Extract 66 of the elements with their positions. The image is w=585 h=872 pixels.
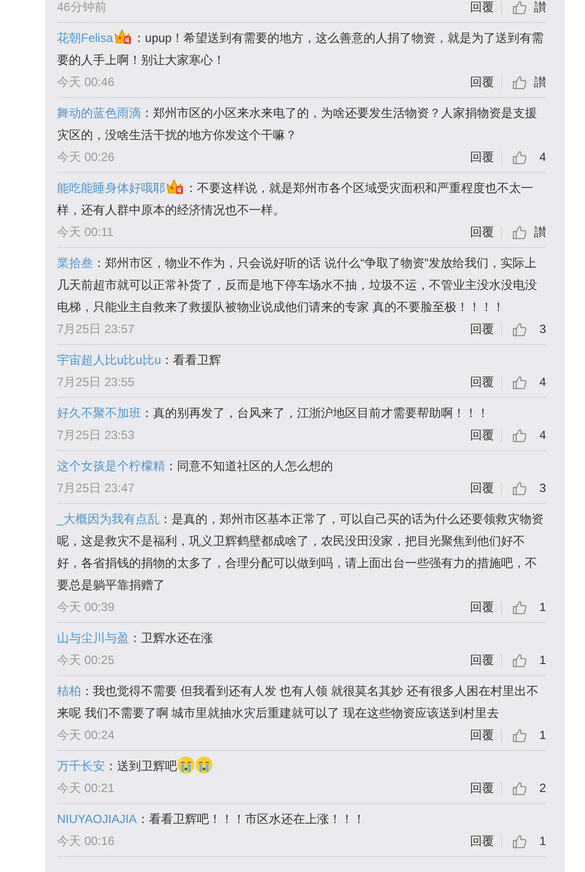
comment-text: 業拾叁：郑州市区，物业不作为，只会说好听的话 说什么“争取了物资”发放给我们，实际上几天前超市就可以正常补货了，反而是地下停车场水不抽，垃圾不运，不管业主没水没电没电梯，只能业主自救来了救援队被物业说成他们请来的专家 真的不要脸至极！！！！ [57,255,538,316]
thumbs-up-icon[interactable] [512,780,527,796]
reply-link[interactable]: 回覆 [470,780,494,796]
comment-text: 桔柏：我也觉得不需要 但我看到还有人发 也有人领 就很莫名其妙 还有很多人困在村里出不来呢 我们不需要了啊 城市里就抽水灾后重建就可以了 现在这些物资应该送到村里去 [57,683,540,722]
like-count: 2 [538,781,546,795]
thumbs-up-icon[interactable] [512,0,527,14]
like-count: 1 [538,653,546,667]
comment-text: _大概因为我有点乱：是真的，郑州市区基本正常了，可以自己买的话为什么还要领救灾物资呢，这是救灾不是福利，巩义卫辉鹤壁都成啥了，农民没田没家，把目光聚焦到他们好不好，各省捐钱的捐物的太多了，合理分配可以做到吗，请上面出台一些强有力的措施吧，不要总是躺平靠捐赠了 [57,511,545,594]
like-count: 4 [538,375,546,389]
comment-text: 宇宙超人比u比u比u：看看卫辉 [57,352,222,369]
comment-time: 7月25日 23:57 [57,320,136,338]
like-count: 1 [538,600,546,614]
comment-time: 46分钟前 [57,0,108,16]
comment-time: 今天 00:39 [57,598,116,616]
reply-link[interactable]: 回覆 [470,224,494,240]
thumbs-up-icon[interactable] [512,150,527,164]
reply-link[interactable]: 回覆 [470,652,494,668]
comment-text: 万千长安：送到卫辉吧 [57,755,546,777]
reply-link[interactable]: 回覆 [470,0,494,16]
thumbs-up-icon[interactable] [512,374,527,390]
like-count: 讃 [533,74,546,90]
reply-link[interactable]: 回覆 [470,480,494,496]
comment-text: 山与尘川与盈：卫辉水还在涨 [57,630,214,647]
like-count: 4 [538,428,546,442]
like-count: 3 [538,481,546,495]
like-count: 3 [538,322,546,336]
reply-link[interactable]: 回覆 [470,74,494,90]
comment-time: 今天 00:25 [57,652,116,668]
comment-text: NIUYAOJIAJIA：看看卫辉吧！！！市区水还在上涨！！！ [57,811,366,828]
reply-link[interactable]: 回覆 [470,148,494,166]
thumbs-up-icon[interactable] [512,600,527,614]
comment-text: 舞动的蓝色雨滴：郑州市区的小区来水来电了的，为啥还要发生活物资？人家捐物资是支援灾区的，没啥生活干扰的地方你发这个干嘛？ [57,105,538,144]
thumbs-up-icon[interactable] [512,652,527,668]
like-count: 4 [538,150,546,164]
comment-time: 今天 00:11 [57,224,114,240]
comment-text: 这个女孩是个柠檬精：同意不知道社区的人怎么想的 [57,458,334,475]
reply-link[interactable]: 回覆 [470,320,494,338]
like-count: 讃 [533,224,546,240]
comment-text: 能吃能睡身体好哦耶 ：不要这样说，就是郑州市各个区域受灾面积和严重程度也不太一样，还有人群中原本的经济情况也不一样。 [57,178,534,219]
thumbs-up-icon[interactable] [512,224,527,240]
thumbs-up-icon[interactable] [512,74,527,90]
comment-text: 好久不聚不加班：真的别再发了，台风来了，江浙沪地区目前才需要帮助啊！！！ [57,405,490,422]
thumbs-up-icon[interactable] [512,480,527,496]
crying-emoji-icon [177,756,195,774]
comment-time: 7月25日 23:55 [57,374,136,390]
comment-time: 今天 00:16 [57,832,116,850]
reply-link[interactable]: 回覆 [470,426,494,444]
comment-time: 今天 00:46 [57,74,116,90]
comment-time: 今天 00:24 [57,726,116,744]
comment-time: 今天 00:21 [57,780,116,796]
thumbs-up-icon[interactable] [512,728,527,742]
like-count: 1 [538,834,546,848]
comment-time: 7月25日 23:53 [57,426,136,444]
thumbs-up-icon[interactable] [512,428,527,442]
reply-link[interactable]: 回覆 [470,374,494,390]
comment-time: 7月25日 23:47 [57,480,136,496]
comment-time: 今天 00:26 [57,148,116,166]
like-count: 1 [538,728,546,742]
comment-text: 花朝Felisa ：upup！希望送到有需要的地方，这么善意的人捐了物资，就是为了送到有需要的人手上啊！别让大家寒心！ [57,28,545,69]
crying-emoji-icon [195,756,213,774]
thumbs-up-icon[interactable] [512,322,527,336]
reply-link[interactable]: 回覆 [470,726,494,744]
like-count: 讃 [533,0,546,16]
thumbs-up-icon[interactable] [512,834,527,848]
reply-link[interactable]: 回覆 [470,832,494,850]
reply-link[interactable]: 回覆 [470,598,494,616]
